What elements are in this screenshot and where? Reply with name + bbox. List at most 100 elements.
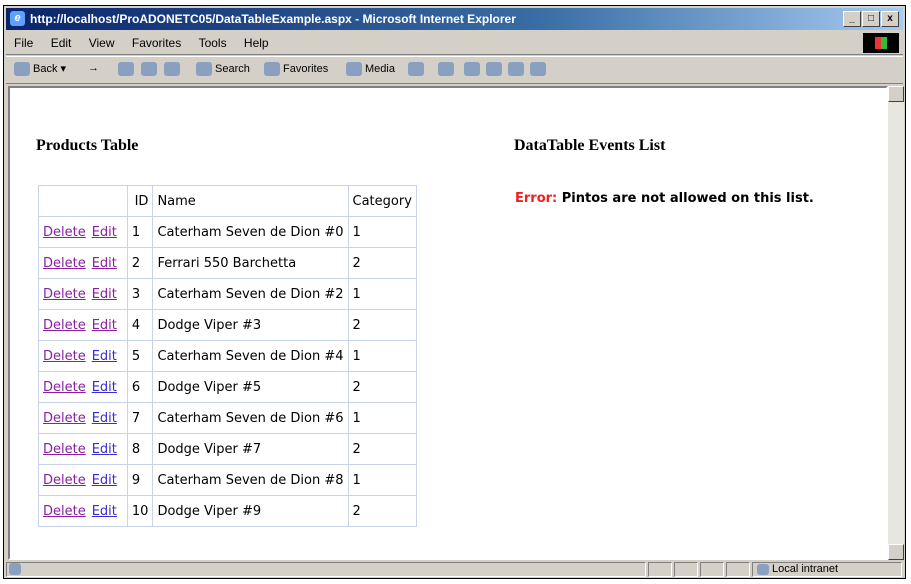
mail-icon[interactable] — [438, 62, 457, 76]
delete-link[interactable]: Delete — [43, 504, 86, 519]
minimize-button[interactable]: _ — [843, 11, 861, 27]
cell-id: 1 — [126, 216, 154, 248]
maximize-button[interactable]: □ — [862, 11, 880, 27]
menu-tools[interactable]: Tools — [199, 36, 227, 50]
scroll-up-icon[interactable] — [888, 86, 904, 102]
delete-link[interactable]: Delete — [43, 225, 86, 240]
menu-view[interactable]: View — [89, 36, 115, 50]
back-arrow-icon — [14, 62, 30, 77]
windows-flag-icon — [863, 33, 899, 53]
menu-favorites[interactable]: Favorites — [132, 36, 181, 50]
cell-id: 5 — [126, 340, 154, 372]
toolbar: Back ▾ → Search Favorites Media — [6, 56, 903, 84]
edit-link[interactable]: Edit — [92, 473, 117, 488]
edit-link[interactable]: Edit — [92, 442, 117, 457]
row-actions: Delete Edit — [38, 495, 128, 527]
media-label: Media — [365, 62, 395, 75]
edit-link[interactable]: Edit — [92, 287, 117, 302]
forward-button[interactable]: → — [88, 62, 99, 74]
delete-link[interactable]: Delete — [43, 256, 86, 271]
cell-id: 8 — [126, 433, 154, 465]
search-label: Search — [215, 62, 250, 75]
zone-indicator: Local intranet — [752, 562, 902, 577]
table-row: Delete Edit 10 Dodge Viper #9 2 — [38, 495, 417, 527]
table-row: Delete Edit 4 Dodge Viper #3 2 — [38, 309, 417, 341]
menu-edit[interactable]: Edit — [51, 36, 72, 50]
print-icon[interactable] — [464, 62, 483, 76]
row-actions: Delete Edit — [38, 216, 128, 248]
error-label: Error: — [515, 191, 558, 206]
messenger-icon[interactable] — [530, 62, 549, 76]
delete-link[interactable]: Delete — [43, 318, 86, 333]
table-row: Delete Edit 5 Caterham Seven de Dion #4 1 — [38, 340, 417, 372]
history-icon[interactable] — [408, 62, 427, 76]
back-button[interactable]: Back ▾ — [14, 62, 66, 77]
favorites-button[interactable]: Favorites — [264, 62, 328, 76]
cell-id: 4 — [126, 309, 154, 341]
intranet-icon — [757, 563, 769, 575]
edit-link[interactable]: Edit — [92, 380, 117, 395]
row-actions: Delete Edit — [38, 247, 128, 279]
page-content: Products Table DataTable Events List ID … — [8, 86, 888, 560]
cell-category: 1 — [347, 340, 417, 372]
delete-link[interactable]: Delete — [43, 473, 86, 488]
edit-link[interactable]: Edit — [92, 225, 117, 240]
cell-category: 2 — [347, 433, 417, 465]
table-row: Delete Edit 1 Caterham Seven de Dion #0 1 — [38, 216, 417, 248]
row-actions: Delete Edit — [38, 340, 128, 372]
title-bar[interactable]: e http://localhost/ProADONETC05/DataTabl… — [6, 8, 903, 30]
cell-id: 7 — [126, 402, 154, 434]
table-row: Delete Edit 6 Dodge Viper #5 2 — [38, 371, 417, 403]
vertical-scrollbar[interactable] — [888, 86, 904, 560]
delete-link[interactable]: Delete — [43, 287, 86, 302]
discuss-icon[interactable] — [508, 62, 527, 76]
cell-id: 2 — [126, 247, 154, 279]
cell-name: Dodge Viper #9 — [152, 495, 349, 527]
refresh-icon[interactable] — [141, 62, 160, 76]
cell-category: 1 — [347, 216, 417, 248]
menu-file[interactable]: File — [14, 36, 33, 50]
edit-page-icon[interactable] — [486, 62, 505, 76]
menu-help[interactable]: Help — [244, 36, 269, 50]
cell-name: Caterham Seven de Dion #6 — [152, 402, 349, 434]
stop-icon[interactable] — [118, 62, 137, 76]
delete-link[interactable]: Delete — [43, 380, 86, 395]
cell-name: Dodge Viper #7 — [152, 433, 349, 465]
favorites-label: Favorites — [283, 62, 329, 75]
error-text: Pintos are not allowed on this list. — [561, 191, 814, 206]
media-button[interactable]: Media — [346, 62, 395, 76]
row-actions: Delete Edit — [38, 402, 128, 434]
cell-name: Caterham Seven de Dion #4 — [152, 340, 349, 372]
delete-link[interactable]: Delete — [43, 349, 86, 364]
table-row: Delete Edit 8 Dodge Viper #7 2 — [38, 433, 417, 465]
favorites-icon — [264, 62, 280, 76]
search-button[interactable]: Search — [196, 62, 250, 76]
col-category-header: Category — [347, 185, 417, 217]
delete-link[interactable]: Delete — [43, 442, 86, 457]
cell-id: 6 — [126, 371, 154, 403]
cell-name: Ferrari 550 Barchetta — [152, 247, 349, 279]
delete-link[interactable]: Delete — [43, 411, 86, 426]
menu-bar: File Edit View Favorites Tools Help — [6, 32, 903, 55]
products-table: ID Name Category Delete Edit 1 Caterham Sev… — [38, 185, 417, 527]
edit-link[interactable]: Edit — [92, 504, 117, 519]
cell-category: 2 — [347, 309, 417, 341]
error-message: Error: Pintos are not allowed on this li… — [515, 191, 814, 206]
edit-link[interactable]: Edit — [92, 349, 117, 364]
table-row: Delete Edit 7 Caterham Seven de Dion #6 1 — [38, 402, 417, 434]
row-actions: Delete Edit — [38, 464, 128, 496]
edit-link[interactable]: Edit — [92, 411, 117, 426]
close-button[interactable]: x — [881, 11, 899, 27]
home-icon[interactable] — [164, 62, 183, 76]
status-main — [6, 562, 646, 577]
scroll-down-icon[interactable] — [888, 544, 904, 560]
edit-link[interactable]: Edit — [92, 318, 117, 333]
cell-name: Dodge Viper #3 — [152, 309, 349, 341]
edit-link[interactable]: Edit — [92, 256, 117, 271]
cell-name: Caterham Seven de Dion #0 — [152, 216, 349, 248]
cell-id: 9 — [126, 464, 154, 496]
col-id-header: ID — [126, 185, 154, 217]
cell-id: 10 — [126, 495, 154, 527]
back-label: Back — [33, 63, 58, 75]
table-header-row: ID Name Category — [38, 185, 417, 217]
